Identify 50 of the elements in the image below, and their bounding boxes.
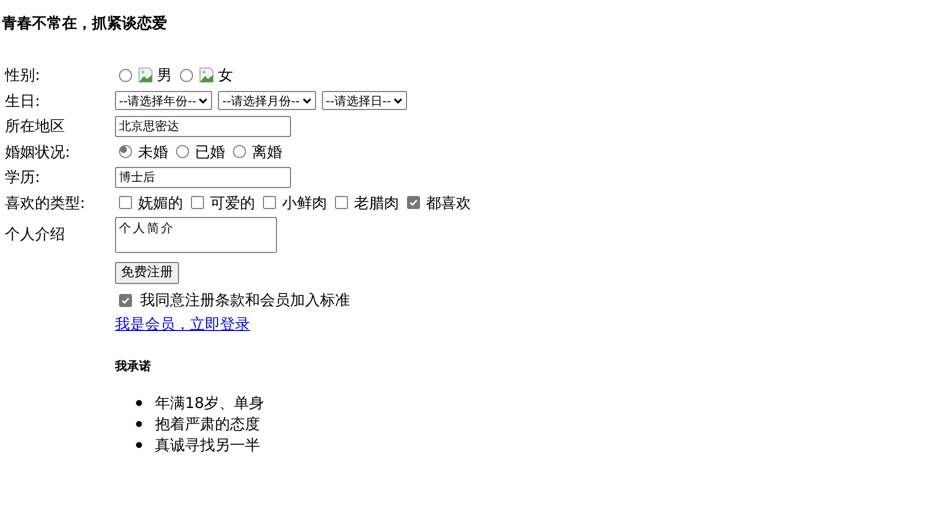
broken-image-icon [199, 67, 215, 84]
field-label: 婚姻状况: [5, 142, 70, 160]
checkbox[interactable] [263, 196, 276, 210]
chevron-icon [198, 96, 208, 105]
bullet-icon [136, 400, 142, 406]
dropdown[interactable]: --请选择年份-- [115, 91, 212, 110]
field-label: 生日: [5, 92, 40, 110]
option-label: 妩媚的 [138, 192, 183, 214]
dropdown[interactable]: --请选择月份-- [218, 91, 316, 110]
list-item: 真诚寻找另一半 [155, 434, 260, 456]
radio-button[interactable] [233, 145, 246, 158]
checkbox[interactable] [119, 196, 132, 210]
register-button[interactable]: 免费注册 [115, 262, 179, 284]
option-label: 男 [157, 65, 172, 86]
field-label: 学历: [5, 168, 40, 186]
dropdown[interactable]: --请选择日-- [322, 91, 407, 110]
option-label: 小鲜肉 [282, 192, 327, 214]
checkbox[interactable] [407, 196, 420, 210]
radio-button[interactable] [176, 145, 189, 158]
radio-button[interactable] [119, 145, 132, 158]
option-label: 可爱的 [210, 192, 255, 214]
field-label: 所在地区 [5, 117, 65, 135]
text-input[interactable]: 北京思密达 [115, 116, 291, 137]
option-label: 老腊肉 [354, 192, 399, 214]
option-label: 女 [218, 65, 233, 86]
broken-image-icon [138, 67, 154, 84]
bullet-icon [136, 421, 142, 427]
section-heading: 我承诺 [115, 358, 151, 374]
textarea[interactable]: 个人简介 [115, 216, 277, 252]
field-label: 喜欢的类型: [5, 194, 86, 212]
list-item: 抱着严肃的态度 [155, 414, 260, 435]
chevron-icon [392, 96, 403, 105]
option-label: 已婚 [195, 142, 225, 162]
field-label: 个人介绍 [5, 225, 65, 244]
checkbox[interactable] [119, 294, 132, 307]
field-label: 性别: [5, 66, 40, 84]
chevron-icon [302, 96, 312, 105]
page-title: 青春不常在，抓紧谈恋爱 [2, 13, 168, 34]
option-label: 未婚 [138, 142, 168, 162]
checkbox[interactable] [335, 196, 348, 210]
option-label: 都喜欢 [426, 192, 471, 214]
agreement-label: 我同意注册条款和会员加入标准 [140, 290, 350, 312]
radio-button[interactable] [119, 68, 132, 82]
bullet-icon [136, 442, 142, 448]
option-label: 离婚 [252, 142, 282, 162]
login-link[interactable]: 我是会员，立即登录 [115, 312, 250, 336]
radio-button[interactable] [180, 68, 193, 82]
text-input[interactable]: 博士后 [115, 166, 291, 188]
checkbox[interactable] [191, 196, 204, 210]
list-item: 年满18岁、单身 [155, 392, 264, 414]
